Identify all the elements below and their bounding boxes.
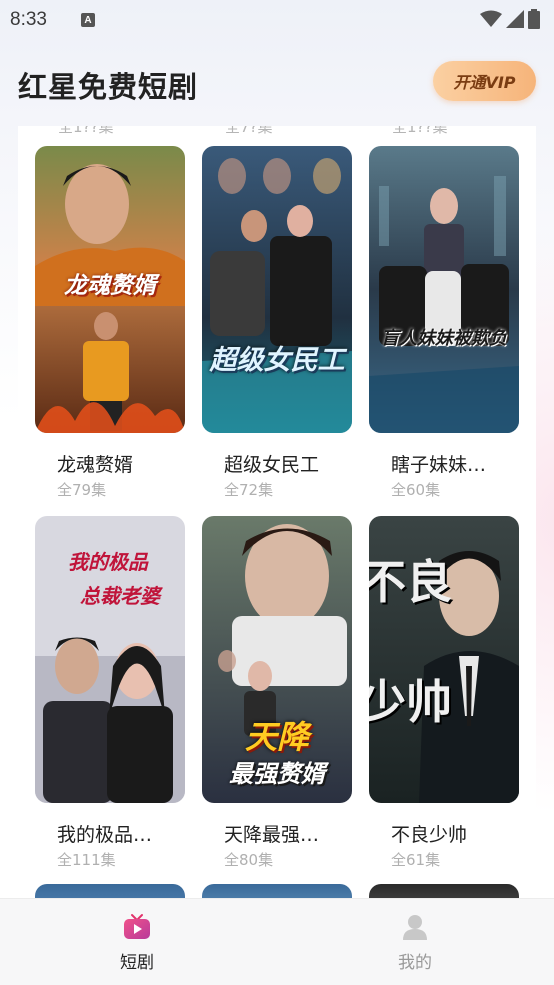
drama-poster[interactable]: 不良 少帅 (369, 516, 519, 803)
nav-item-me[interactable]: 我的 (355, 899, 475, 985)
drama-title[interactable]: 天降最强… (224, 820, 319, 847)
drama-card[interactable]: 超级女民工 (202, 146, 352, 433)
poster-title-text: 天降 (244, 718, 309, 756)
partial-episode-count: 全7?集 (225, 126, 273, 136)
drama-poster[interactable] (35, 884, 185, 898)
episode-count: 全72集 (224, 481, 274, 499)
drama-grid[interactable]: 全1??集 全7?集 全1??集 龙魂赘婿 龙魂赘婿 全79集 超级女民工 超级… (18, 126, 536, 898)
episode-count: 全60集 (391, 481, 441, 499)
app-title: 红星免费短剧 (18, 70, 199, 104)
drama-title[interactable]: 不良少帅 (391, 820, 467, 847)
episode-count: 全80集 (224, 851, 274, 869)
status-icons (480, 9, 540, 29)
poster-title-text: 总裁老婆 (80, 584, 160, 608)
drama-card[interactable]: 我的极品 总裁老婆 (35, 516, 185, 803)
status-time: 8:33 (10, 9, 47, 30)
drama-poster[interactable]: 超级女民工 (202, 146, 352, 433)
nav-label: 短剧 (120, 953, 154, 973)
nav-label: 我的 (398, 953, 432, 973)
poster-title-text: 最强赘婿 (229, 760, 325, 788)
drama-title[interactable]: 龙魂赘婿 (57, 450, 133, 477)
drama-poster[interactable]: 我的极品 总裁老婆 (35, 516, 185, 803)
drama-poster[interactable]: 盲人妹妹被欺负 (369, 146, 519, 433)
poster-title-text: 少帅 (369, 675, 452, 729)
poster-title-text: 龙魂赘婿 (64, 273, 156, 299)
partial-episode-count: 全1??集 (58, 126, 114, 136)
notification-icon: A (80, 13, 95, 27)
poster-title-text: 超级女民工 (209, 345, 345, 376)
drama-poster[interactable] (369, 884, 519, 898)
episode-count: 全79集 (57, 481, 107, 499)
drama-poster[interactable]: 天降 最强赘婿 (202, 516, 352, 803)
status-bar: 8:33 A (0, 0, 554, 40)
app-header: 红星免费短剧 开通VIP (0, 52, 554, 112)
episode-count: 全61集 (391, 851, 441, 869)
drama-card[interactable]: 不良 少帅 (369, 516, 519, 803)
poster-title-text: 不良 (369, 555, 452, 609)
battery-icon (528, 9, 540, 29)
signal-icon (506, 10, 524, 28)
drama-poster[interactable]: 龙魂赘婿 (35, 146, 185, 433)
tv-play-icon (124, 914, 150, 939)
drama-title[interactable]: 超级女民工 (224, 450, 319, 477)
drama-title[interactable]: 我的极品… (57, 820, 152, 847)
partial-episode-count: 全1??集 (392, 126, 448, 136)
nav-item-shorts[interactable]: 短剧 (77, 899, 197, 985)
episode-count: 全111集 (57, 851, 116, 869)
poster-title-text: 盲人妹妹被欺负 (381, 328, 507, 349)
open-vip-button[interactable]: 开通VIP (433, 61, 536, 101)
drama-card[interactable]: 盲人妹妹被欺负 (369, 146, 519, 433)
drama-card[interactable]: 天降 最强赘婿 (202, 516, 352, 803)
poster-title-text: 我的极品 (68, 550, 148, 574)
drama-card[interactable]: 龙魂赘婿 (35, 146, 185, 433)
wifi-icon (480, 10, 502, 27)
user-icon (403, 915, 427, 940)
drama-title[interactable]: 瞎子妹妹… (391, 450, 486, 477)
drama-poster[interactable] (202, 884, 352, 898)
bottom-nav: 短剧 我的 (0, 898, 554, 985)
